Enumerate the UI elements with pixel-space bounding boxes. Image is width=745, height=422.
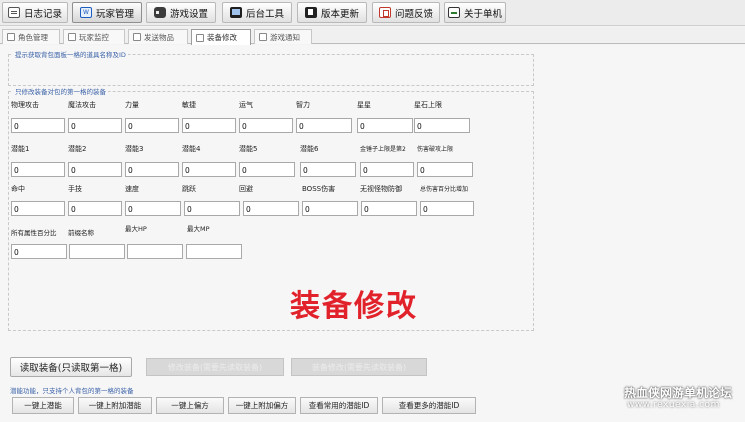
toolbar-player-button[interactable]: W 玩家管理 (72, 2, 142, 23)
magic-attack-input[interactable] (68, 118, 122, 133)
intelligence-input[interactable] (296, 118, 352, 133)
potential-6-label: 潜能6 (300, 145, 319, 153)
equipment-stats-group-title: 只修改装备对包的第一格的装备 (13, 86, 108, 96)
toolbar-feedback-button[interactable]: 问题反馈 (372, 2, 440, 23)
potential-2-input[interactable] (68, 162, 122, 177)
max-mp-label: 最大MP (187, 225, 210, 233)
potential-4-label: 潜能4 (182, 145, 201, 153)
toolbar-log-button[interactable]: 日志记录 (2, 2, 68, 23)
read-equipment-button[interactable]: 读取装备(只读取第一格) (10, 357, 132, 377)
luck-input[interactable] (239, 118, 293, 133)
monitor-icon (229, 7, 242, 18)
evasion-input[interactable] (243, 201, 299, 216)
max-mp-input[interactable] (186, 244, 242, 259)
notice-icon (259, 33, 267, 41)
apply-equipment-button[interactable]: 装备修改(需要先读取装备) (291, 358, 427, 376)
tab-player-monitor[interactable]: 玩家监控 (63, 29, 125, 44)
hand-skill-input[interactable] (68, 201, 122, 216)
one-click-additional-recipe-button[interactable]: 一键上附加偏方 (228, 397, 296, 414)
tab-game-notice[interactable]: 游戏通知 (254, 29, 312, 44)
potential-1-input[interactable] (11, 162, 65, 177)
potential-note: 潜能功能，只支持个人背包的第一格的装备 (10, 387, 134, 395)
accuracy-label: 命中 (11, 185, 25, 193)
speed-label: 速度 (125, 185, 139, 193)
tab-equipment-modify[interactable]: 装备修改 (191, 29, 251, 45)
max-hp-label: 最大HP (125, 225, 147, 233)
potential-2-label: 潜能2 (68, 145, 87, 153)
prefix-name-input[interactable] (69, 244, 125, 259)
stars-label: 星星 (357, 101, 371, 109)
update-icon (304, 7, 317, 18)
physical-attack-input[interactable] (11, 118, 65, 133)
equipment-modify-overlay-title: 装备修改 (290, 289, 418, 324)
total-damage-label: 总伤害百分比增加 (420, 186, 469, 193)
strength-input[interactable] (125, 118, 179, 133)
speed-input[interactable] (125, 201, 181, 216)
view-common-potential-id-button[interactable]: 查看常用的潜能ID (300, 397, 378, 414)
one-click-potential-button[interactable]: 一键上潜能 (12, 397, 74, 414)
boss-damage-label: BOSS伤害 (302, 185, 336, 193)
star-limit-label: 星石上限 (414, 101, 442, 109)
gift-icon (133, 33, 141, 41)
all-stats-percent-input[interactable] (11, 244, 67, 259)
luck-label: 运气 (239, 101, 253, 109)
golden-hammer-input[interactable] (360, 162, 414, 177)
ignore-defense-input[interactable] (361, 201, 417, 216)
one-click-additional-potential-button[interactable]: 一键上附加潜能 (78, 397, 152, 414)
forum-url-watermark: www.rexuexia.com (627, 400, 720, 410)
prefix-name-label: 前缀名称 (68, 229, 94, 237)
toolbar-version-update-button[interactable]: 版本更新 (297, 2, 367, 23)
star-limit-input[interactable] (414, 118, 470, 133)
toolbar-backend-tools-button[interactable]: 后台工具 (222, 2, 292, 23)
one-click-recipe-button[interactable]: 一键上偏方 (156, 397, 224, 414)
feedback-icon (378, 7, 391, 18)
potential-5-input[interactable] (239, 162, 295, 177)
strength-label: 力量 (125, 101, 139, 109)
potential-5-label: 潜能5 (239, 145, 258, 153)
player-icon: W (79, 7, 92, 18)
toolbar-game-settings-button[interactable]: 游戏设置 (146, 2, 216, 23)
character-icon (7, 33, 15, 41)
agility-input[interactable] (182, 118, 236, 133)
potential-6-input[interactable] (300, 162, 356, 177)
equipment-icon (196, 33, 204, 42)
potential-4-input[interactable] (182, 162, 236, 177)
golden-hammer-label: 金锤子上限是第2 (360, 146, 406, 153)
potential-3-input[interactable] (125, 162, 179, 177)
damage-cap-label: 伤害破攻上限 (417, 146, 454, 153)
tab-send-items[interactable]: 发送物品 (128, 29, 188, 44)
toolbar-about-button[interactable]: 关于单机 (444, 2, 506, 23)
jump-label: 跳跃 (182, 185, 196, 193)
tab-character-management[interactable]: 角色管理 (2, 29, 60, 44)
ignore-defense-label: 无视怪物防御 (360, 185, 402, 193)
log-icon (7, 7, 20, 18)
about-icon (447, 7, 460, 18)
item-id-group: 提示获取背包面板一格的道具名称及ID (8, 49, 534, 86)
evasion-label: 回避 (239, 185, 253, 193)
hand-skill-label: 手技 (68, 185, 82, 193)
all-stats-percent-label: 所有属性百分比 (11, 229, 57, 237)
main-toolbar: 日志记录 W 玩家管理 游戏设置 后台工具 版本更新 问题反馈 关于单机 (0, 0, 745, 26)
boss-damage-input[interactable] (302, 201, 358, 216)
jump-input[interactable] (184, 201, 240, 216)
damage-cap-input[interactable] (417, 162, 473, 177)
magic-attack-label: 魔法攻击 (68, 101, 96, 109)
physical-attack-label: 物理攻击 (11, 101, 39, 109)
agility-label: 敏捷 (182, 101, 196, 109)
forum-watermark: 热血侠网游单机论坛 (624, 386, 733, 400)
sub-tab-bar: 角色管理 玩家监控 发送物品 装备修改 游戏通知 (0, 27, 745, 45)
item-id-group-title: 提示获取背包面板一格的道具名称及ID (13, 49, 128, 59)
stars-input[interactable] (357, 118, 413, 133)
modify-equipment-button[interactable]: 修改装备(需要先读取装备) (146, 358, 284, 376)
gamepad-icon (153, 7, 166, 18)
view-more-potential-id-button[interactable]: 查看更多的潜能ID (382, 397, 476, 414)
total-damage-input[interactable] (420, 201, 474, 216)
intelligence-label: 智力 (296, 101, 310, 109)
accuracy-input[interactable] (11, 201, 65, 216)
equipment-panel: 提示获取背包面板一格的道具名称及ID 只修改装备对包的第一格的装备 物理攻击 魔… (0, 45, 745, 422)
monitor-small-icon (68, 33, 76, 41)
potential-3-label: 潜能3 (125, 145, 144, 153)
potential-1-label: 潜能1 (11, 145, 30, 153)
max-hp-input[interactable] (127, 244, 183, 259)
